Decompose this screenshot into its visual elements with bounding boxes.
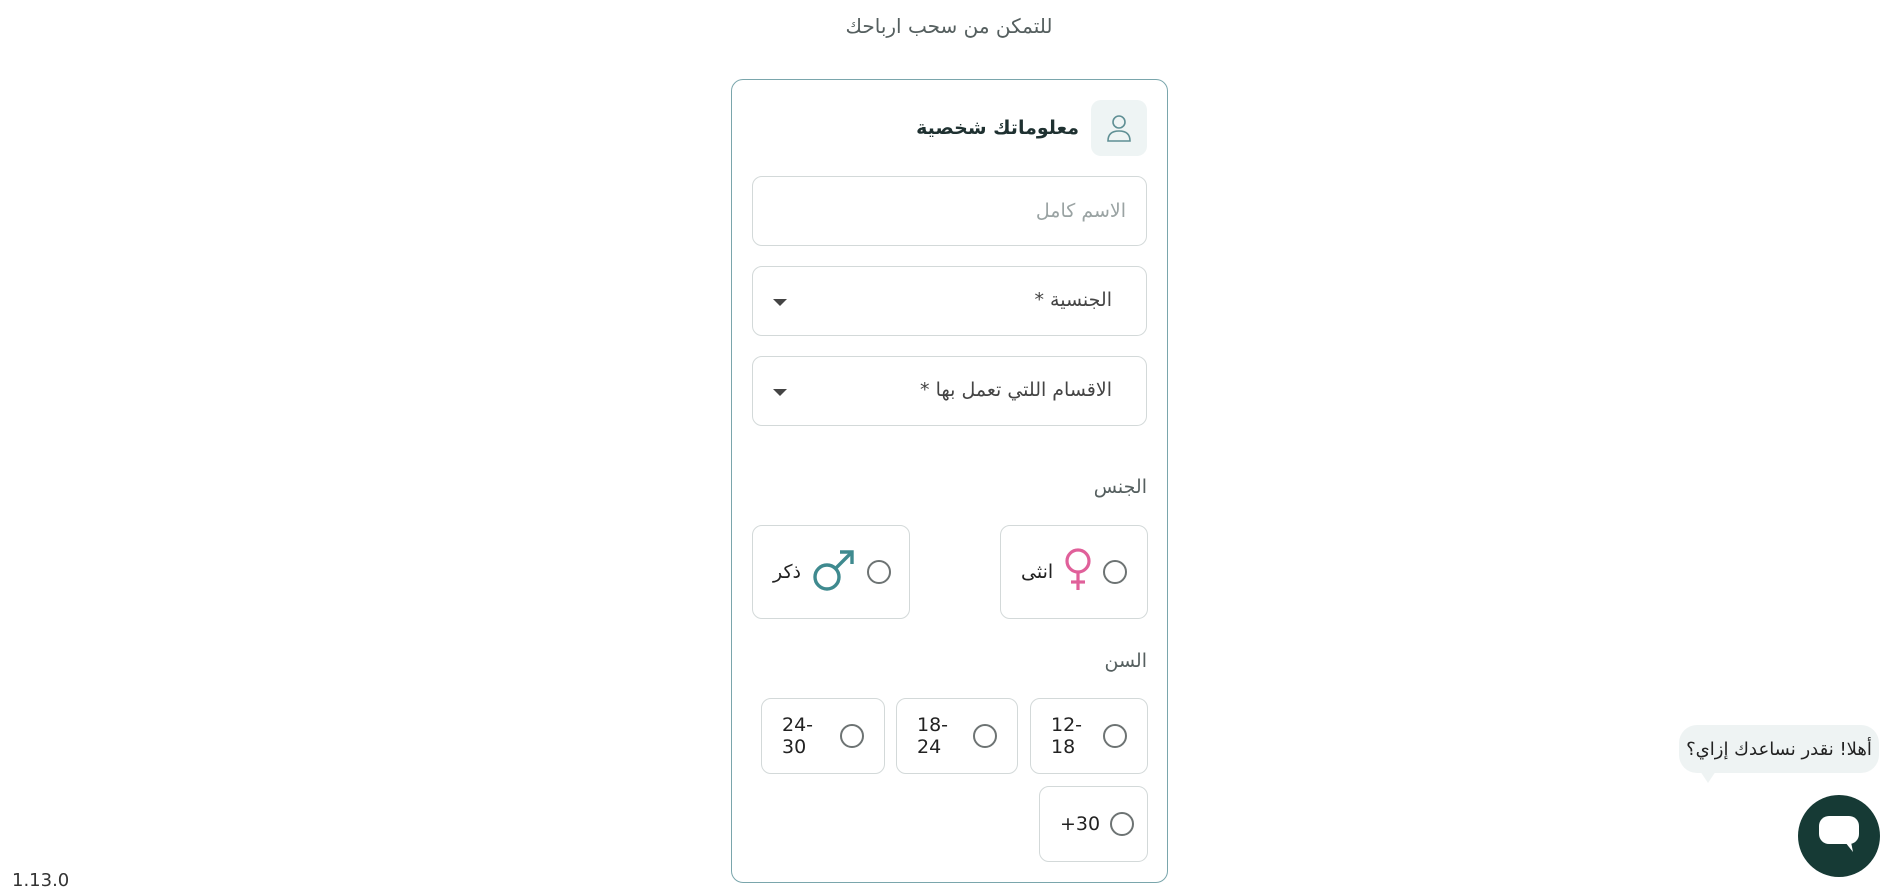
chat-bubble-tail — [1700, 771, 1716, 783]
card-header: معلوماتك شخصية — [916, 100, 1147, 156]
female-symbol-icon — [1063, 548, 1093, 596]
chevron-down-icon — [773, 299, 787, 306]
age-option-12-18[interactable]: 12-18 — [1030, 698, 1148, 774]
departments-label: الاقسام اللتي تعمل بها * — [920, 379, 1112, 401]
chat-greeting-bubble[interactable]: أهلا! نقدر نساعدك إزاي؟ — [1679, 725, 1879, 773]
nationality-label: الجنسية * — [1034, 289, 1112, 311]
gender-option-female[interactable]: انثى — [1000, 525, 1148, 619]
chevron-down-icon — [773, 389, 787, 396]
chat-launcher-button[interactable] — [1798, 795, 1880, 877]
full-name-input[interactable] — [753, 177, 1146, 245]
nationality-select[interactable]: الجنسية * — [752, 266, 1147, 336]
gender-label: الجنس — [1093, 476, 1147, 498]
male-label: ذكر — [773, 561, 801, 583]
male-radio[interactable] — [867, 560, 891, 584]
app-version: 1.13.0 — [12, 870, 70, 891]
age-option-18-24[interactable]: 18-24 — [896, 698, 1018, 774]
age-radio[interactable] — [840, 724, 864, 748]
personal-info-card: معلوماتك شخصية الجنسية * الاقسام اللتي ت… — [731, 79, 1168, 883]
age-option-label: 24-30 — [782, 714, 814, 758]
age-option-24-30[interactable]: 24-30 — [761, 698, 885, 774]
age-option-label: +30 — [1060, 813, 1101, 835]
age-radio[interactable] — [973, 724, 997, 748]
female-radio[interactable] — [1103, 560, 1128, 584]
female-label: انثى — [1021, 561, 1054, 583]
age-option-30-plus[interactable]: +30 — [1039, 786, 1148, 862]
age-option-label: 12-18 — [1051, 714, 1083, 758]
gender-option-male[interactable]: ذكر — [752, 525, 910, 619]
age-label: السن — [1104, 650, 1147, 672]
age-radio[interactable] — [1103, 724, 1127, 748]
page-subtitle: للتمكن من سحب ارباحك — [845, 14, 1053, 38]
male-symbol-icon — [811, 547, 857, 597]
chat-icon — [1817, 814, 1861, 858]
user-icon — [1091, 100, 1147, 156]
full-name-field[interactable] — [752, 176, 1147, 246]
age-radio[interactable] — [1110, 812, 1135, 836]
card-title: معلوماتك شخصية — [916, 117, 1079, 139]
departments-select[interactable]: الاقسام اللتي تعمل بها * — [752, 356, 1147, 426]
age-option-label: 18-24 — [917, 714, 949, 758]
